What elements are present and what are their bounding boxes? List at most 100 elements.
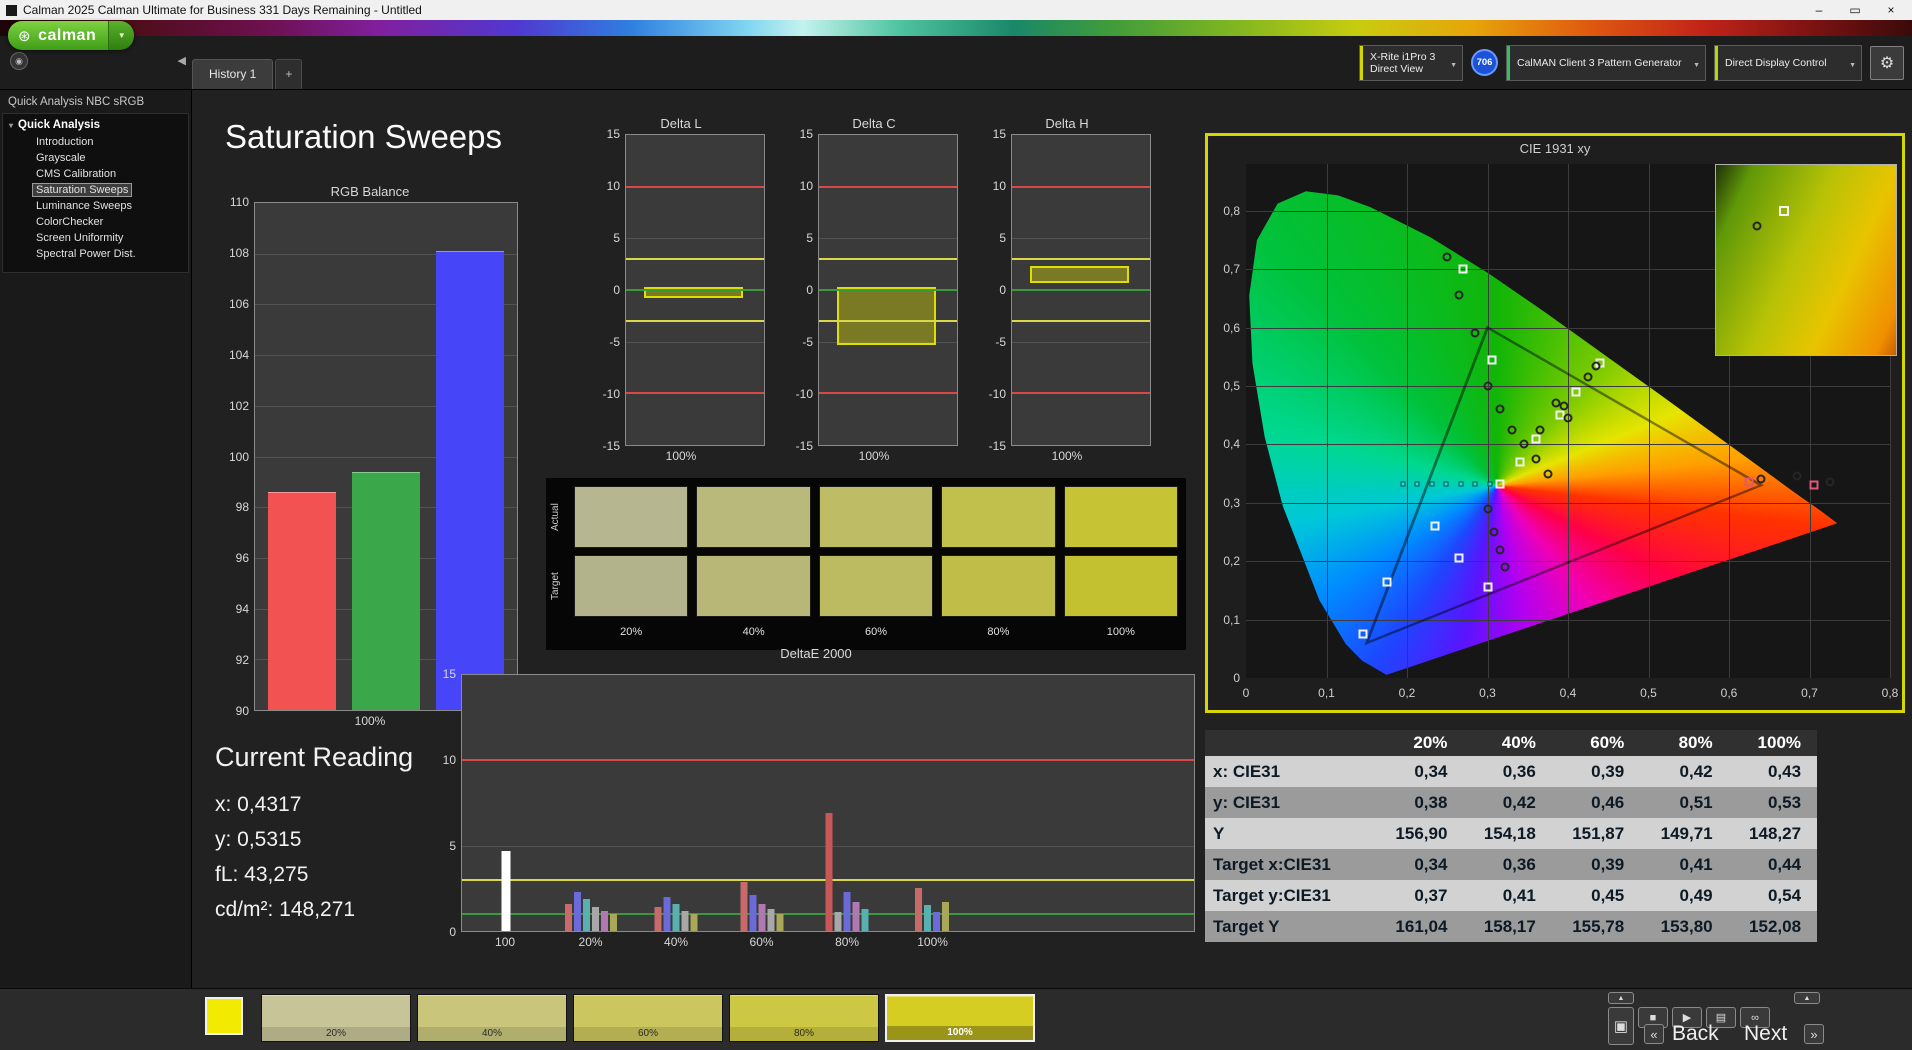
saturation-tick-marker [1487, 481, 1493, 487]
pattern-swatch-60[interactable]: 60% [573, 994, 723, 1042]
pattern-swatch-100[interactable]: 100% [885, 994, 1035, 1042]
deltae-x-axis: 100 20% 40% 60% 80% 100% [461, 932, 1195, 952]
display-control-dropdown[interactable]: Direct Display Control ▼ [1714, 44, 1862, 81]
target-swatch-80 [941, 555, 1056, 617]
y-tick-label: -5 [995, 335, 1006, 349]
add-tab-button[interactable]: + [275, 59, 303, 89]
sidebar-item-saturation-sweeps[interactable]: Saturation Sweeps [3, 182, 188, 198]
gridline [1012, 341, 1150, 343]
display-window-button[interactable]: ▣ [1608, 1007, 1634, 1045]
calman-logo-text: calman [38, 26, 97, 44]
back-chevron-button[interactable]: « [1644, 1024, 1664, 1044]
next-chevron-button[interactable]: » [1804, 1024, 1824, 1044]
back-button[interactable]: Back [1672, 1022, 1719, 1046]
table-cell: 0,46 [1591, 792, 1625, 812]
delta-l-chart[interactable]: Delta L -15 -10 -5 0 5 10 15 100% [597, 116, 765, 472]
pattern-generator-dropdown[interactable]: CalMAN Client 3 Pattern Generator ▼ [1506, 44, 1706, 81]
logo-dropdown-button[interactable]: ▼ [108, 21, 135, 50]
close-button[interactable]: × [1876, 3, 1906, 17]
settings-button[interactable]: ⚙ [1870, 45, 1904, 80]
next-button[interactable]: Next [1744, 1022, 1787, 1046]
sidebar-item-screen-uniformity[interactable]: Screen Uniformity [3, 230, 188, 246]
table-cell: 0,42 [1679, 761, 1713, 781]
table-cell: 0,44 [1767, 854, 1802, 874]
table-header-cell: 100% [1757, 733, 1802, 752]
chart-title: CIE 1931 xy [1519, 141, 1591, 156]
workflow-root-node[interactable]: ▾ Quick Analysis [3, 117, 188, 134]
y-tick-label: -15 [988, 439, 1006, 453]
y-tick-label: 0,7 [1223, 262, 1240, 277]
pattern-swatch-list: 20% 40% 60% 80% 100% [261, 994, 1035, 1042]
cie-1931-chart[interactable]: CIE 1931 xy 0 0 0,1 0,1 0,2 0,2 0,3 0,3 0,4 0,4 0,… [1205, 133, 1905, 713]
up-arrow-icon: ▲ [1803, 994, 1811, 1002]
up-arrow-icon: ▲ [1617, 994, 1625, 1002]
y-tick-label: 5 [449, 839, 456, 853]
sidebar-item-introduction[interactable]: Introduction [3, 134, 188, 150]
table-cell: 149,71 [1660, 823, 1713, 843]
y-tick-label: 10 [992, 179, 1006, 193]
delta-h-bar [1029, 266, 1130, 283]
pattern-swatch-40[interactable]: 40% [417, 994, 567, 1042]
reference-line [819, 258, 957, 260]
x-tick-label: 100% [917, 935, 948, 949]
table-cell: 0,51 [1679, 792, 1713, 812]
chevron-down-icon: ▼ [1849, 61, 1856, 69]
table-cell: 0,34 [1414, 761, 1448, 781]
app-icon [6, 4, 17, 16]
current-reading-title: Current Reading [215, 742, 414, 772]
calman-logo-menu[interactable]: ⊛ calman ▼ [8, 21, 135, 50]
minimize-button[interactable]: – [1804, 3, 1834, 17]
measured-point-marker [1442, 252, 1452, 262]
table-header-cell: 60% [1590, 733, 1625, 752]
rgb-y-axis: 90 92 94 96 98 100 102 104 106 108 110 [222, 195, 254, 718]
delta-h-chart[interactable]: Delta H -15 -10 -5 0 5 10 15 100% [983, 116, 1151, 472]
workflow-title: Quick Analysis NBC sRGB [8, 96, 145, 108]
pattern-status-strip [1507, 45, 1510, 80]
current-pattern-swatch[interactable] [205, 997, 243, 1035]
delta-c-y-axis: -15 -10 -5 0 5 10 15 [790, 127, 818, 453]
window-title: Calman 2025 Calman Ultimate for Business… [23, 3, 422, 17]
table-row: Target y:CIE31 0,37 0,41 0,45 0,49 0,54 [1205, 880, 1817, 911]
deltae-2000-chart[interactable]: DeltaE 2000 0 5 10 15 100 20% 40% 60% 80% 100% [437, 646, 1195, 954]
aperture-icon[interactable]: ◉ [10, 52, 28, 70]
sidebar-item-luminance-sweeps[interactable]: Luminance Sweeps [3, 198, 188, 214]
pattern-swatch-80[interactable]: 80% [729, 994, 879, 1042]
chart-title: DeltaE 2000 [780, 646, 852, 661]
table-row-label: Target Y [1213, 916, 1280, 936]
deltae-bar [861, 908, 869, 931]
sidebar-collapse-icon[interactable]: ◀ [178, 54, 186, 67]
y-tick-label: 5 [806, 231, 813, 245]
deltae-bar [663, 896, 671, 931]
deltae-plot-area [461, 674, 1195, 932]
meter-dropdown[interactable]: X-Rite i1Pro 3 Direct View ▼ [1359, 44, 1463, 81]
table-cell: 155,78 [1572, 916, 1625, 936]
gridline [1012, 238, 1150, 240]
sidebar-item-grayscale[interactable]: Grayscale [3, 150, 188, 166]
table-cell: 0,36 [1502, 854, 1536, 874]
y-tick-label: 110 [229, 195, 249, 209]
measured-point-marker [1792, 471, 1802, 481]
sidebar-item-colorchecker[interactable]: ColorChecker [3, 214, 188, 230]
x-tick-label: 0,1 [1318, 686, 1335, 700]
table-cell: 0,54 [1767, 885, 1802, 905]
actual-row-label: Actual [550, 503, 561, 531]
expand-up-button[interactable]: ▲ [1608, 992, 1634, 1004]
sidebar-item-spectral-power-dist[interactable]: Spectral Power Dist. [3, 246, 188, 262]
table-cell: 0,41 [1679, 854, 1713, 874]
deltae-group-80 [825, 675, 869, 931]
chart-title: Delta H [1045, 116, 1089, 131]
y-tick-label: 10 [606, 179, 620, 193]
maximize-button[interactable]: ▭ [1840, 3, 1870, 17]
actual-swatch-40 [696, 486, 811, 548]
y-tick-label: 0 [613, 283, 620, 297]
deltae-group-100 [501, 675, 511, 931]
expand-up-button[interactable]: ▲ [1794, 992, 1820, 1004]
deltae-bar [565, 903, 573, 931]
reading-cdm2: cd/m²: 148,271 [215, 898, 356, 921]
delta-c-chart[interactable]: Delta C -15 -10 -5 0 5 10 15 100% [790, 116, 958, 472]
table-cell: 0,38 [1414, 792, 1448, 812]
tab-history-1[interactable]: History 1 [192, 59, 274, 89]
pattern-swatch-20[interactable]: 20% [261, 994, 411, 1042]
sidebar-item-cms-calibration[interactable]: CMS Calibration [3, 166, 188, 182]
sidebar-item-label: Screen Uniformity [36, 232, 124, 244]
